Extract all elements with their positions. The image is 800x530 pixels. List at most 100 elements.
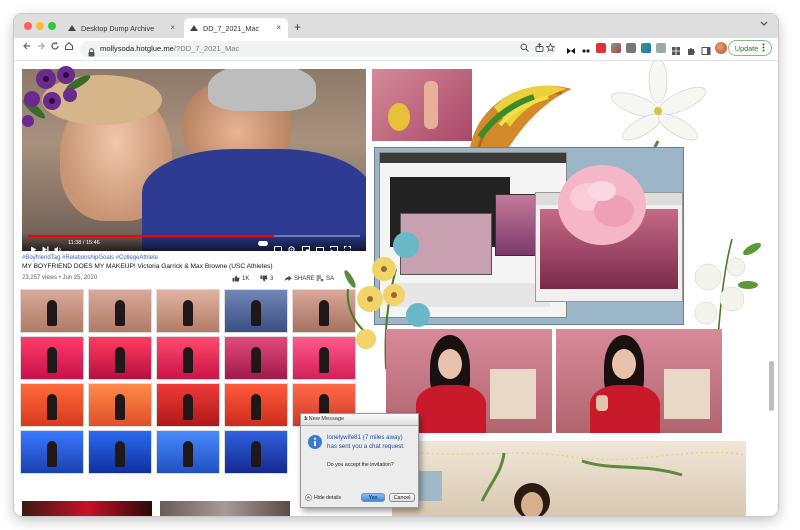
tab-desktop-dump-archive[interactable]: Desktop Dump Archive × bbox=[62, 18, 182, 38]
grid-extension-icon[interactable] bbox=[671, 43, 681, 55]
save-label: SA bbox=[326, 275, 335, 282]
info-icon bbox=[307, 434, 323, 450]
url-text: mollysoda.hotglue.me/?DD_7_2021_Mac bbox=[100, 44, 239, 53]
thumbnail bbox=[224, 383, 288, 427]
thumbnail bbox=[20, 430, 84, 474]
face bbox=[438, 349, 462, 379]
volume-icon[interactable] bbox=[54, 240, 62, 251]
zoom-icon[interactable] bbox=[520, 43, 529, 54]
profile-avatar[interactable] bbox=[715, 42, 727, 54]
home-icon bbox=[64, 42, 74, 51]
extensions-puzzle-icon[interactable] bbox=[686, 43, 696, 55]
arrow-left-icon bbox=[23, 42, 30, 50]
puzzle-color-extension-icon[interactable] bbox=[641, 43, 651, 53]
video-views: 23,257 views • Jun 25, 2020 bbox=[22, 275, 98, 281]
play-icon[interactable] bbox=[30, 240, 37, 251]
hide-details-toggle[interactable]: Hide details bbox=[305, 494, 341, 501]
patterned-pillow bbox=[490, 369, 536, 419]
progress-fill bbox=[28, 235, 274, 237]
reload-button[interactable] bbox=[48, 41, 62, 54]
tab-close-icon[interactable]: × bbox=[276, 23, 281, 32]
share-icon[interactable] bbox=[535, 42, 544, 54]
progress-bar[interactable] bbox=[28, 235, 360, 237]
thumb-down-icon bbox=[260, 275, 268, 282]
white-lily-image bbox=[602, 61, 714, 153]
thumbnail bbox=[88, 430, 152, 474]
thumbnail bbox=[88, 336, 152, 380]
minimize-window-button[interactable] bbox=[36, 22, 44, 30]
room-photo-strip bbox=[160, 501, 290, 516]
side-panel-icon[interactable] bbox=[701, 43, 711, 55]
color-extension-icon[interactable] bbox=[611, 43, 621, 53]
dots-extension-icon[interactable] bbox=[581, 43, 591, 53]
bow-extension-icon[interactable] bbox=[566, 43, 576, 54]
thumb-up-icon bbox=[232, 275, 240, 282]
thumbnail bbox=[156, 289, 220, 333]
lock-icon bbox=[88, 44, 95, 62]
dislike-count: 3 bbox=[270, 275, 274, 282]
close-window-button[interactable] bbox=[24, 22, 32, 30]
page-extension-icon[interactable] bbox=[656, 43, 666, 53]
invitation-question: Do you accept the invitation? bbox=[327, 462, 394, 468]
thumbnail bbox=[88, 383, 152, 427]
video-time: 11:38 / 15:46 bbox=[68, 240, 100, 246]
thumbnail bbox=[224, 289, 288, 333]
next-icon[interactable] bbox=[42, 240, 49, 251]
update-label: Update bbox=[734, 43, 759, 53]
yellow-chair bbox=[388, 103, 410, 131]
miniplayer-icon[interactable] bbox=[302, 240, 310, 251]
pink-peony-image bbox=[552, 161, 652, 251]
sender-name: lonelywife81 (7 miles away) bbox=[327, 434, 403, 441]
girl-figure bbox=[424, 81, 438, 129]
tab-dd-7-2021-mac[interactable]: DD_7_2021_Mac × bbox=[184, 18, 288, 38]
grey-cap-image bbox=[208, 69, 316, 111]
like-button[interactable]: 1K bbox=[232, 275, 249, 282]
tab-title: Desktop Dump Archive bbox=[81, 23, 155, 33]
thumbnail bbox=[156, 336, 220, 380]
tab-close-icon[interactable]: × bbox=[170, 23, 175, 32]
settings-gear-icon[interactable] bbox=[288, 240, 295, 251]
yes-button[interactable]: Yes bbox=[361, 493, 385, 502]
grey-extension-icon[interactable] bbox=[626, 43, 636, 53]
thumbnail bbox=[224, 430, 288, 474]
captions-icon[interactable] bbox=[274, 240, 282, 251]
thumbnail bbox=[88, 289, 152, 333]
new-tab-button[interactable]: + bbox=[294, 20, 301, 34]
theater-mode-icon[interactable] bbox=[316, 240, 324, 251]
url-host: mollysoda.hotglue.me bbox=[100, 44, 174, 53]
chat-request-dialog: 1 New Message × lonelywife81 (7 miles aw… bbox=[300, 413, 419, 508]
home-button[interactable] bbox=[62, 41, 76, 54]
autoplay-toggle-icon[interactable] bbox=[258, 241, 268, 246]
update-button[interactable]: Update bbox=[728, 40, 772, 56]
reload-icon bbox=[51, 41, 59, 50]
tab-title: DD_7_2021_Mac bbox=[203, 23, 259, 33]
video-hashtags[interactable]: #BoyfriendTag #RelationshipGoals #Colleg… bbox=[22, 255, 158, 261]
video-title: MY BOYFRIEND DOES MY MAKEUP! Victoria Ga… bbox=[22, 263, 273, 270]
share-video-button[interactable]: SHARE bbox=[284, 275, 315, 282]
thumbnail bbox=[20, 336, 84, 380]
chat-request-text: has sent you a chat request. bbox=[327, 443, 405, 450]
tab-search-icon[interactable] bbox=[760, 20, 768, 29]
back-button[interactable] bbox=[20, 41, 34, 54]
thumbnail bbox=[20, 383, 84, 427]
thumbs-up-hand bbox=[596, 395, 608, 411]
close-icon[interactable]: × bbox=[304, 416, 415, 423]
cancel-button[interactable]: Cancel bbox=[389, 493, 415, 502]
page-scrollbar[interactable] bbox=[769, 361, 774, 411]
url-path: /?DD_7_2021_Mac bbox=[173, 44, 240, 53]
hotglue-page: 11:38 / 15:46 #BoyfriendTag #Relationshi… bbox=[14, 61, 778, 516]
collapse-arrow-icon bbox=[305, 494, 312, 501]
red-extension-icon[interactable] bbox=[596, 43, 606, 53]
hotglue-favicon-icon bbox=[190, 24, 198, 32]
fairy-light-room-photo bbox=[392, 441, 746, 516]
zoom-window-button[interactable] bbox=[48, 22, 56, 30]
hotglue-favicon-icon bbox=[68, 24, 76, 32]
playlist-add-icon bbox=[316, 275, 324, 282]
bookmark-star-icon[interactable] bbox=[545, 42, 556, 54]
save-video-button[interactable]: SA bbox=[316, 275, 334, 282]
dislike-button[interactable]: 3 bbox=[260, 275, 273, 282]
forward-button[interactable] bbox=[34, 41, 48, 54]
address-bar[interactable]: mollysoda.hotglue.me/?DD_7_2021_Mac bbox=[80, 41, 556, 57]
patterned-pillow bbox=[664, 369, 710, 419]
face bbox=[612, 349, 636, 379]
